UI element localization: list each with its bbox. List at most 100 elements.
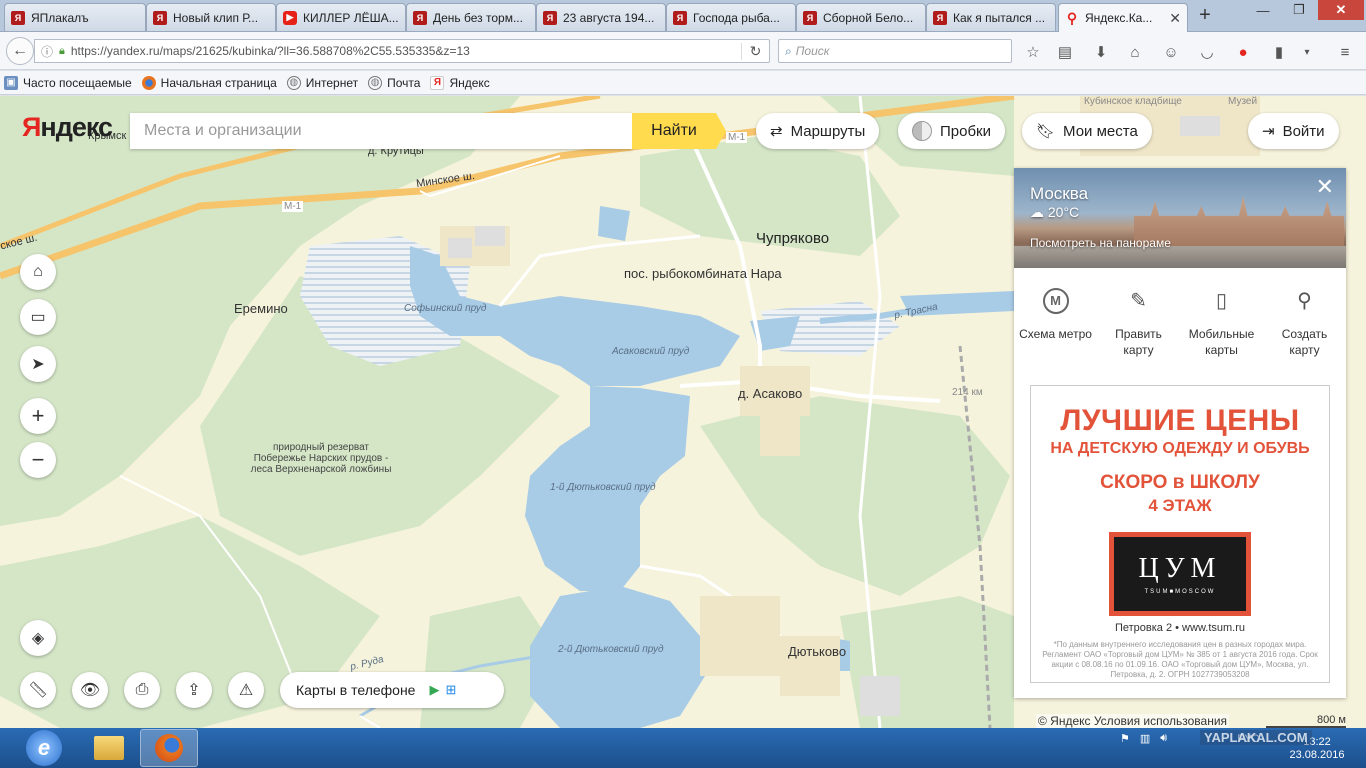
label-dyutkovo[interactable]: Дютьково xyxy=(788,644,846,659)
find-button[interactable]: Найти xyxy=(632,113,726,149)
yandex-logo-first-letter: Я xyxy=(22,112,41,142)
back-button[interactable]: ← xyxy=(6,37,34,65)
create-map-action[interactable]: ⚲ Создать карту xyxy=(1267,286,1343,386)
tab-how-i-tried[interactable]: Я Как я пытался ... xyxy=(926,3,1056,31)
tab-label: 23 августа 194... xyxy=(563,10,655,25)
tab-fishermen[interactable]: Я Господа рыба... xyxy=(666,3,796,31)
mobile-maps-action[interactable]: ▯ Мобильные карты xyxy=(1184,286,1260,386)
tab-new-clip[interactable]: Я Новый клип Р... xyxy=(146,3,276,31)
yandex-logo[interactable]: Яндекс xyxy=(22,112,113,143)
tsum-logo-subtitle: TSUM■MOSCOW xyxy=(1144,589,1216,595)
yaplakal-icon: Я xyxy=(11,10,25,25)
label-chupryakovo[interactable]: Чупряково xyxy=(756,230,829,247)
new-tab-button[interactable]: + xyxy=(1194,4,1216,28)
browser-search-input[interactable]: ⌕ Поиск xyxy=(778,39,1012,63)
screen: Я ЯПлакалъ Я Новый клип Р... ▶ КИЛЛЕР ЛЁ… xyxy=(0,0,1366,768)
info-icon[interactable]: ⓘ xyxy=(41,43,53,60)
traffic-button[interactable]: Пробки xyxy=(898,113,1005,149)
locate-me-button[interactable]: ➤ xyxy=(20,346,56,382)
maps-in-phone-label: Карты в телефоне xyxy=(296,682,416,698)
my-places-button[interactable]: 🔖︎ Мои места xyxy=(1022,113,1152,149)
home-icon[interactable]: ⌂ xyxy=(1124,41,1146,63)
map-pin-icon: ⚲ xyxy=(1297,290,1312,312)
tab-belarus[interactable]: Я Сборной Бело... xyxy=(796,3,926,31)
menu-icon[interactable]: ≡ xyxy=(1334,41,1356,63)
login-button[interactable]: ⇥ Войти xyxy=(1248,113,1339,149)
explorer-taskbar-item[interactable] xyxy=(80,729,138,767)
tab-yaplakal[interactable]: Я ЯПлакалъ xyxy=(4,3,146,31)
close-panel-icon[interactable]: ✕ xyxy=(1316,176,1334,198)
bookmark-label: Яндекс xyxy=(449,75,490,90)
ad-subheadline: НА ДЕТСКУЮ ОДЕЖДУ И ОБУВЬ xyxy=(1050,440,1310,457)
tab-august[interactable]: Я 23 августа 194... xyxy=(536,3,666,31)
window-close-button[interactable]: ✕ xyxy=(1318,0,1364,20)
label-eremino[interactable]: Еремино xyxy=(234,301,288,316)
label-nara[interactable]: пос. рыбокомбината Нара xyxy=(624,266,782,281)
tsum-logo-text: ЦУМ xyxy=(1138,553,1222,584)
bookmark-most-visited[interactable]: ▣ Часто посещаемые xyxy=(4,75,132,90)
edit-map-action[interactable]: ✎ Править карту xyxy=(1101,286,1177,386)
bookmark-internet[interactable]: ◍ Интернет xyxy=(286,75,358,90)
bookmark-start-page[interactable]: Начальная страница xyxy=(141,75,277,90)
close-tab-icon[interactable]: ✕ xyxy=(1169,10,1181,27)
tab-killer[interactable]: ▶ КИЛЛЕР ЛЁША... xyxy=(276,3,406,31)
bookmark-mail[interactable]: ◍ Почта xyxy=(368,75,420,90)
url-text[interactable]: https://yandex.ru/maps/21625/kubinka/?ll… xyxy=(71,44,741,58)
plus-icon: + xyxy=(31,403,45,428)
flag-icon[interactable]: ⚑ xyxy=(1120,732,1130,745)
panorama-link[interactable]: Посмотреть на панораме xyxy=(1030,236,1171,250)
network-icon[interactable]: ▥ xyxy=(1140,732,1150,745)
map-search-input[interactable]: Места и организации xyxy=(130,113,632,149)
ruler-button[interactable]: 📏︎ xyxy=(20,672,56,708)
panorama-button[interactable]: 👁︎ xyxy=(72,672,108,708)
globe-icon: ◍ xyxy=(286,75,301,90)
city-panorama-banner[interactable]: Москва ☁ 20°C Посмотреть на панораме ✕ xyxy=(1014,168,1346,268)
internet-explorer-icon[interactable]: e xyxy=(26,730,62,766)
metro-map-action[interactable]: М Схема метро xyxy=(1018,286,1094,386)
clock-date: 23.08.2016 xyxy=(1289,749,1345,761)
bookmark-label: Часто посещаемые xyxy=(23,75,132,90)
my-places-label: Мои места xyxy=(1063,122,1138,140)
pocket-icon[interactable]: ◡ xyxy=(1196,41,1218,63)
tab-label: Господа рыба... xyxy=(693,10,780,25)
search-engine-icon[interactable]: ⌕ xyxy=(785,44,792,59)
bookmark-star-icon[interactable]: ☆ xyxy=(1022,41,1044,63)
forest-areas xyxy=(0,96,1014,728)
edit-icon: ✎ xyxy=(1130,290,1147,312)
windows-taskbar: e ⚑ ▥ 🔊︎ РУС 13:22 23.08.2016 xyxy=(0,728,1366,768)
tab-label: ЯПлакалъ xyxy=(31,10,89,25)
reload-icon[interactable]: ↻ xyxy=(741,42,769,60)
home-region-button[interactable]: ⌂ xyxy=(20,254,56,290)
layers-icon: ◈ xyxy=(31,630,45,647)
advertisement-banner[interactable]: ЛУЧШИЕ ЦЕНЫ НА ДЕТСКУЮ ОДЕЖДУ И ОБУВЬ СК… xyxy=(1030,385,1330,683)
restore-icon[interactable]: ❐ xyxy=(1284,0,1314,20)
copyright-link[interactable]: © Яндекс Условия использования xyxy=(1036,714,1230,728)
smiley-icon[interactable]: ☺ xyxy=(1160,41,1182,63)
dropdown-icon[interactable]: ▾ xyxy=(1296,41,1318,63)
transport-button[interactable]: ▭ xyxy=(20,299,56,335)
label-asakovsky-pond: Асаковский пруд xyxy=(612,346,690,357)
volume-icon[interactable]: 🔊︎ xyxy=(1160,732,1167,745)
maps-in-phone-button[interactable]: Карты в телефоне ▶ ⊞ xyxy=(280,672,504,708)
report-error-button[interactable]: ⚠ xyxy=(228,672,264,708)
bookmark-yandex[interactable]: Я Яндекс xyxy=(430,75,490,90)
tab-day[interactable]: Я День без торм... xyxy=(406,3,536,31)
url-bar[interactable]: ⓘ 🔒︎ https://yandex.ru/maps/21625/kubink… xyxy=(34,39,770,63)
share-button[interactable]: ⇪ xyxy=(176,672,212,708)
minimize-icon[interactable]: — xyxy=(1248,0,1278,20)
tab-yandex-maps[interactable]: ⚲ Яндекс.Ка... ✕ xyxy=(1058,3,1188,32)
action-label: Схема метро xyxy=(1019,327,1092,341)
routes-button[interactable]: ⇄ Маршруты xyxy=(756,113,880,149)
extension-icon[interactable]: ● xyxy=(1232,41,1254,63)
label-sofinsky-pond: Софьинский пруд xyxy=(404,303,487,314)
layers-button[interactable]: ◈ xyxy=(20,620,56,656)
firefox-taskbar-item[interactable] xyxy=(140,729,198,767)
print-button[interactable]: ⎙ xyxy=(124,672,160,708)
clipboard-icon[interactable]: ▮ xyxy=(1268,41,1290,63)
zoom-in-button[interactable]: + xyxy=(20,398,56,434)
label-asakovo[interactable]: д. Асаково xyxy=(738,386,802,401)
download-icon[interactable]: ⬇ xyxy=(1090,41,1112,63)
zoom-out-button[interactable]: − xyxy=(20,442,56,478)
globe-icon: ◍ xyxy=(368,75,383,90)
reader-list-icon[interactable]: ▤ xyxy=(1054,41,1076,63)
